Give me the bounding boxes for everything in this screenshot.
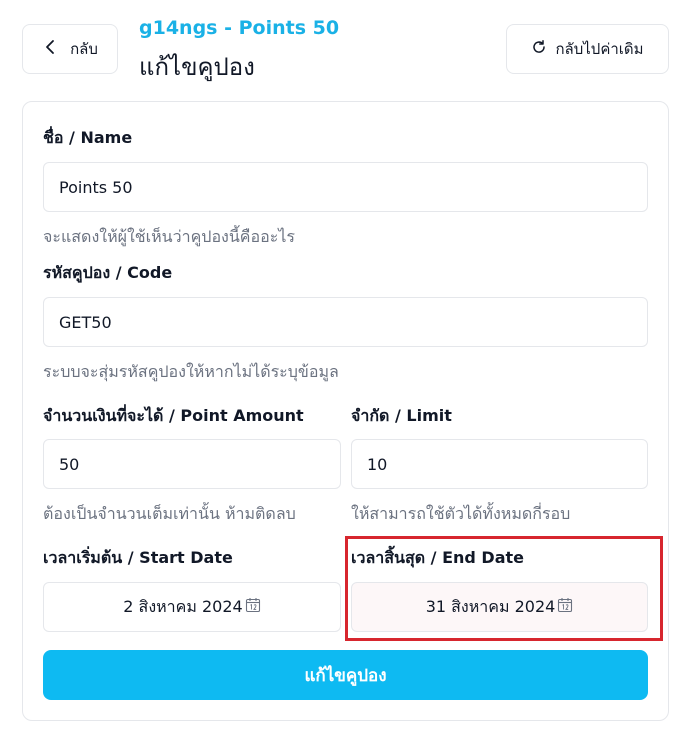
point-amount-input[interactable] [43,439,341,489]
start-date-value: 2 สิงหาคม 2024 [123,596,243,616]
page-title: แก้ไขคูปอง [139,53,255,81]
refresh-icon [531,39,547,59]
chevron-left-icon [42,39,58,59]
code-input[interactable] [43,297,648,347]
end-date-highlight [345,536,663,641]
coupon-subtitle: g14ngs - Points 50 [139,17,340,39]
start-date-label: เวลาเริ่มต้น / Start Date [43,548,233,567]
limit-input[interactable] [351,439,648,489]
reset-button[interactable]: กลับไปค่าเดิม [506,24,669,74]
back-label: กลับ [70,41,98,58]
name-hint: จะแสดงให้ผู้ใช้เห็นว่าคูปองนี้คืออะไร [43,227,295,246]
back-button[interactable]: กลับ [22,24,118,74]
calendar-icon [245,597,261,617]
code-hint: ระบบจะสุ่มรหัสคูปองให้หากไม่ได้ระบุข้อมู… [43,362,339,381]
start-date-picker[interactable]: 2 สิงหาคม 2024 [43,582,341,632]
reset-label: กลับไปค่าเดิม [555,41,644,58]
point-amount-label: จำนวนเงินที่จะได้ / Point Amount [43,406,304,425]
limit-label: จำกัด / Limit [351,406,452,425]
name-label: ชื่อ / Name [43,128,133,147]
name-input[interactable] [43,162,648,212]
submit-button[interactable]: แก้ไขคูปอง [43,650,648,700]
code-label: รหัสคูปอง / Code [43,263,173,282]
limit-hint: ให้สามารถใช้ตัวได้ทั้งหมดกี่รอบ [351,504,571,523]
point-amount-hint: ต้องเป็นจำนวนเต็มเท่านั้น ห้ามติดลบ [43,504,296,523]
